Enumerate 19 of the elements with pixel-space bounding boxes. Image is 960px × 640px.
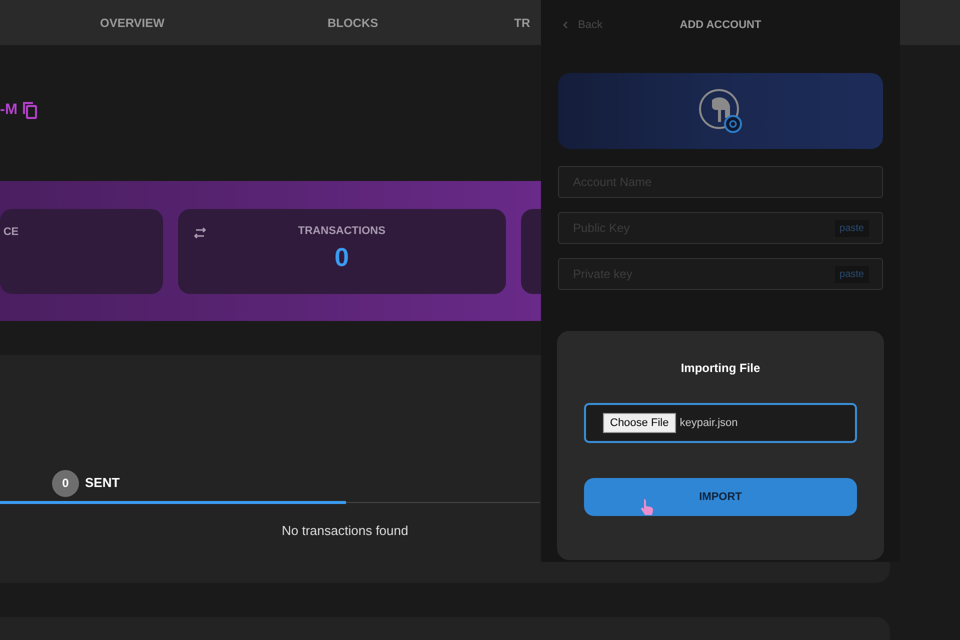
chevron-left-icon bbox=[562, 21, 568, 29]
file-name: keypair.json bbox=[680, 416, 738, 431]
nav-tab[interactable]: OVERVIEW bbox=[0, 0, 164, 45]
stat-label: TRANSACTIONS bbox=[298, 224, 386, 238]
sent-tab[interactable]: 0 SENT bbox=[52, 470, 120, 496]
stat-label: CE bbox=[3, 224, 19, 240]
import-button[interactable]: IMPORT bbox=[584, 478, 857, 516]
panel-title: ADD ACCOUNT bbox=[680, 18, 762, 33]
copy-icon[interactable] bbox=[22, 101, 38, 119]
dialog-title: Importing File bbox=[680, 360, 760, 377]
file-input[interactable]: Choose File keypair.json bbox=[584, 403, 857, 443]
swap-arrows-icon bbox=[192, 226, 207, 238]
stat-value: 0 bbox=[334, 241, 349, 274]
nav-tab[interactable]: BLOCKS bbox=[164, 0, 378, 45]
hand-cursor-icon bbox=[640, 498, 654, 515]
account-address: -M bbox=[0, 100, 18, 120]
empty-message: No transactions found bbox=[282, 523, 408, 538]
nav-tab[interactable]: TR bbox=[378, 0, 530, 45]
choose-file-button[interactable]: Choose File bbox=[603, 412, 676, 434]
